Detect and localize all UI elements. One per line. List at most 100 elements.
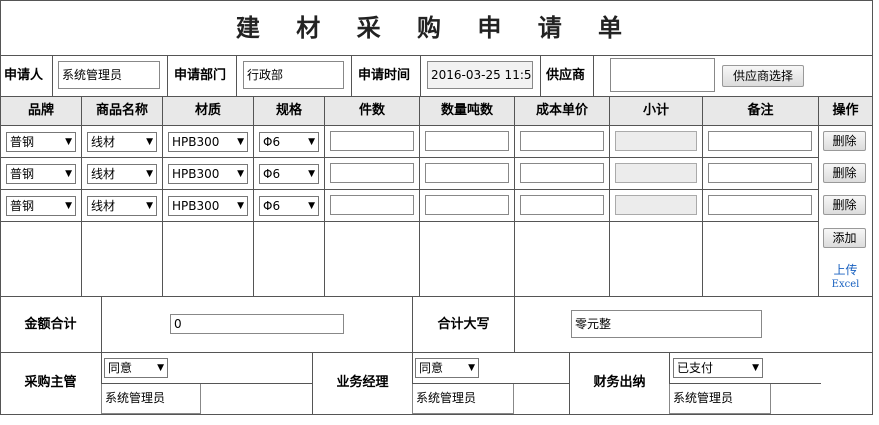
dropdown-arrow-icon: ▼ <box>237 137 244 147</box>
upload-link[interactable]: 上传 <box>819 264 872 277</box>
time-label: 申请时间 <box>358 68 411 83</box>
delete-row-button[interactable]: 删除 <box>823 131 866 151</box>
subtotal-field <box>615 131 697 151</box>
divider <box>81 96 82 296</box>
note-input[interactable] <box>708 163 812 183</box>
dropdown-arrow-icon: ▼ <box>237 201 244 211</box>
divider <box>0 296 873 297</box>
divider <box>52 55 53 96</box>
brand-select[interactable]: 普钢 ▼ <box>6 196 76 216</box>
dropdown-arrow-icon: ▼ <box>237 169 244 179</box>
dropdown-arrow-icon: ▼ <box>146 169 153 179</box>
spec-select[interactable]: Φ6 ▼ <box>259 196 319 216</box>
col-header-note: 备注 <box>747 103 774 118</box>
supplier-field[interactable] <box>610 58 715 92</box>
product-name-select[interactable]: 线材 ▼ <box>87 196 157 216</box>
qty-input[interactable] <box>330 131 414 151</box>
finance-cashier-label: 财务出纳 <box>593 375 646 390</box>
supplier-label: 供应商 <box>546 68 586 83</box>
delete-row-button[interactable]: 删除 <box>823 195 866 215</box>
divider <box>0 221 818 222</box>
divider <box>162 96 163 296</box>
price-input[interactable] <box>520 131 604 151</box>
dropdown-arrow-icon: ▼ <box>308 169 315 179</box>
tons-input[interactable] <box>425 163 509 183</box>
col-header-name: 商品名称 <box>95 103 148 118</box>
col-header-price: 成本单价 <box>535 103 588 118</box>
divider <box>101 296 102 352</box>
business-person-field[interactable]: 系统管理员 <box>412 384 514 414</box>
tons-input[interactable] <box>425 195 509 215</box>
dropdown-arrow-icon: ▼ <box>146 201 153 211</box>
divider <box>236 55 237 96</box>
dropdown-arrow-icon: ▼ <box>752 363 759 373</box>
amount-total-label: 金额合计 <box>24 317 77 332</box>
delete-row-button[interactable]: 删除 <box>823 163 866 183</box>
divider <box>0 55 873 56</box>
dropdown-arrow-icon: ▼ <box>146 137 153 147</box>
material-select[interactable]: HPB300 ▼ <box>168 132 248 152</box>
finance-person-field[interactable]: 系统管理员 <box>669 384 771 414</box>
col-header-brand: 品牌 <box>27 103 54 118</box>
brand-select[interactable]: 普钢 ▼ <box>6 132 76 152</box>
product-name-select[interactable]: 线材 ▼ <box>87 132 157 152</box>
qty-input[interactable] <box>330 163 414 183</box>
divider <box>0 157 818 158</box>
divider <box>514 296 515 352</box>
time-field[interactable]: 2016-03-25 11:51 <box>427 61 533 89</box>
purchase-person-field[interactable]: 系统管理员 <box>101 384 201 414</box>
spec-select[interactable]: Φ6 ▼ <box>259 132 319 152</box>
divider <box>253 96 254 296</box>
divider <box>609 96 610 296</box>
supplier-select-button[interactable]: 供应商选择 <box>722 65 804 87</box>
divider <box>0 352 873 353</box>
subtotal-field <box>615 163 697 183</box>
spec-select[interactable]: Φ6 ▼ <box>259 164 319 184</box>
dept-field[interactable]: 行政部 <box>243 61 344 89</box>
dropdown-arrow-icon: ▼ <box>308 137 315 147</box>
qty-input[interactable] <box>330 195 414 215</box>
divider <box>0 189 818 190</box>
col-header-material: 材质 <box>194 103 221 118</box>
dropdown-arrow-icon: ▼ <box>65 137 72 147</box>
col-header-spec: 规格 <box>275 103 302 118</box>
divider <box>593 55 594 96</box>
dropdown-arrow-icon: ▼ <box>65 169 72 179</box>
add-row-button[interactable]: 添加 <box>823 228 866 248</box>
price-input[interactable] <box>520 163 604 183</box>
note-input[interactable] <box>708 131 812 151</box>
dropdown-arrow-icon: ▼ <box>308 201 315 211</box>
divider <box>0 125 873 126</box>
material-select[interactable]: HPB300 ▼ <box>168 164 248 184</box>
divider <box>514 96 515 296</box>
form-title: 建 材 采 购 申 请 单 <box>235 13 637 42</box>
note-input[interactable] <box>708 195 812 215</box>
price-input[interactable] <box>520 195 604 215</box>
applicant-field[interactable]: 系统管理员 <box>58 61 160 89</box>
finance-decision-select[interactable]: 已支付 ▼ <box>673 358 763 378</box>
divider <box>420 55 421 96</box>
uppercase-total-field[interactable]: 零元整 <box>571 310 762 338</box>
amount-total-field[interactable]: 0 <box>170 314 344 334</box>
col-header-qty: 件数 <box>358 103 385 118</box>
dropdown-arrow-icon: ▼ <box>157 363 164 373</box>
business-decision-select[interactable]: 同意 ▼ <box>415 358 479 378</box>
upload-excel-link[interactable]: Excel <box>819 278 872 291</box>
divider <box>540 55 541 96</box>
subtotal-field <box>615 195 697 215</box>
col-header-tons: 数量吨数 <box>440 103 493 118</box>
dept-label: 申请部门 <box>174 68 227 83</box>
brand-select[interactable]: 普钢 ▼ <box>6 164 76 184</box>
divider <box>324 96 325 296</box>
business-manager-label: 业务经理 <box>336 375 389 390</box>
dropdown-arrow-icon: ▼ <box>65 201 72 211</box>
divider <box>167 55 168 96</box>
col-header-subtotal: 小计 <box>642 103 669 118</box>
purchase-decision-select[interactable]: 同意 ▼ <box>104 358 168 378</box>
frame-top <box>0 0 873 1</box>
tons-input[interactable] <box>425 131 509 151</box>
product-name-select[interactable]: 线材 ▼ <box>87 164 157 184</box>
material-select[interactable]: HPB300 ▼ <box>168 196 248 216</box>
uppercase-total-label: 合计大写 <box>437 317 490 332</box>
divider <box>702 96 703 296</box>
